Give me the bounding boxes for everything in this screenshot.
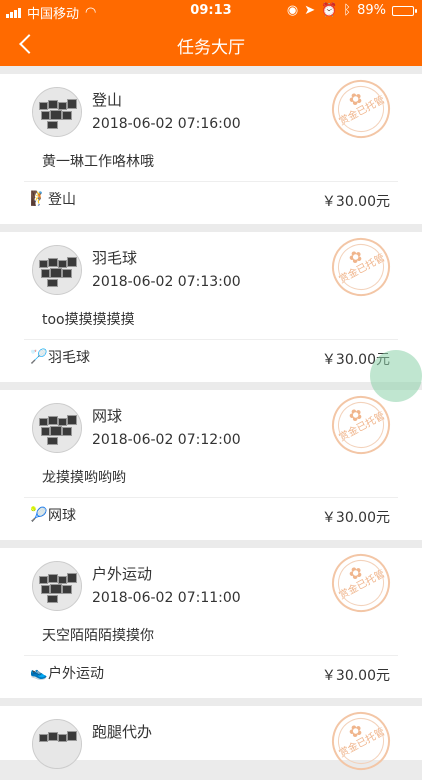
stamp-emblem-icon: ✿ xyxy=(345,87,366,111)
avatar xyxy=(32,719,82,769)
status-bar: 中国移动 ◠ 09:13 ◉ ➤ ⏰ ᛒ 89% xyxy=(0,0,422,22)
category-label: 登山 xyxy=(48,192,76,208)
task-category: 🧗 登山 xyxy=(30,189,76,209)
stamp-emblem-icon: ✿ xyxy=(345,719,366,743)
stamp-emblem-icon: ✿ xyxy=(345,561,366,585)
task-time: 2018-06-02 07:16:00 xyxy=(92,116,241,132)
task-category: 🏸 羽毛球 xyxy=(30,347,90,367)
page-title: 任务大厅 xyxy=(177,38,245,58)
escrow-stamp: ✿ 赏金已托管 xyxy=(321,701,401,780)
orientation-lock-icon: ◉ xyxy=(286,3,299,18)
task-time: 2018-06-02 07:11:00 xyxy=(92,590,241,606)
task-card[interactable]: 登山 2018-06-02 07:16:00 黄一琳工作咯林哦 ✿ 赏金已托管 … xyxy=(0,69,422,224)
touch-indicator xyxy=(370,350,422,402)
category-label: 户外运动 xyxy=(48,666,104,682)
task-category: 👟 户外运动 xyxy=(30,663,104,683)
task-price: ￥30.00元 xyxy=(321,194,390,210)
tennis-icon: 🎾 xyxy=(30,507,48,523)
task-title: 网球 xyxy=(92,407,123,425)
task-card[interactable]: 网球 2018-06-02 07:12:00 龙摸摸哟哟哟 ✿ 赏金已托管 🎾 … xyxy=(0,385,422,540)
category-label: 羽毛球 xyxy=(48,350,90,366)
task-content: 龙摸摸哟哟哟 xyxy=(42,470,126,486)
alarm-icon: ⏰ xyxy=(321,3,338,18)
divider xyxy=(24,655,398,656)
task-price: ￥30.00元 xyxy=(321,510,390,526)
outdoor-shoe-icon: 👟 xyxy=(30,665,48,681)
task-time: 2018-06-02 07:13:00 xyxy=(92,274,241,290)
status-right: ◉ ➤ ⏰ ᛒ 89% xyxy=(286,3,417,18)
task-title: 羽毛球 xyxy=(92,249,138,267)
divider xyxy=(24,181,398,182)
task-content: too摸摸摸摸摸 xyxy=(42,312,135,328)
divider xyxy=(24,497,398,498)
escrow-stamp: ✿ 赏金已托管 xyxy=(321,227,401,307)
task-title: 登山 xyxy=(92,91,123,109)
task-card[interactable]: 跑腿代办 ✿ 赏金已托管 xyxy=(0,701,422,780)
avatar xyxy=(32,245,82,295)
task-card[interactable]: 户外运动 2018-06-02 07:11:00 天空陌陌陌摸摸你 ✿ 赏金已托… xyxy=(0,543,422,698)
task-content: 天空陌陌陌摸摸你 xyxy=(42,628,154,644)
escrow-stamp: ✿ 赏金已托管 xyxy=(321,543,401,623)
location-icon: ➤ xyxy=(304,3,316,18)
task-title: 跑腿代办 xyxy=(92,723,153,741)
stamp-emblem-icon: ✿ xyxy=(345,403,366,427)
avatar xyxy=(32,561,82,611)
divider xyxy=(24,339,398,340)
task-price: ￥30.00元 xyxy=(321,668,390,684)
badminton-icon: 🏸 xyxy=(30,349,48,365)
avatar xyxy=(32,403,82,453)
battery-percent: 89% xyxy=(357,3,386,18)
category-label: 网球 xyxy=(48,508,76,524)
task-title: 户外运动 xyxy=(92,565,153,583)
bluetooth-icon: ᛒ xyxy=(343,3,352,18)
stamp-emblem-icon: ✿ xyxy=(345,245,366,269)
task-content: 黄一琳工作咯林哦 xyxy=(42,154,154,170)
battery-icon xyxy=(392,5,417,16)
nav-bar: 任务大厅 xyxy=(0,22,422,66)
hiking-icon: 🧗 xyxy=(30,191,48,207)
avatar xyxy=(32,87,82,137)
task-category: 🎾 网球 xyxy=(30,505,76,525)
task-time: 2018-06-02 07:12:00 xyxy=(92,432,241,448)
escrow-stamp: ✿ 赏金已托管 xyxy=(321,69,401,149)
task-list[interactable]: 登山 2018-06-02 07:16:00 黄一琳工作咯林哦 ✿ 赏金已托管 … xyxy=(0,69,422,780)
task-card[interactable]: 羽毛球 2018-06-02 07:13:00 too摸摸摸摸摸 ✿ 赏金已托管… xyxy=(0,227,422,382)
